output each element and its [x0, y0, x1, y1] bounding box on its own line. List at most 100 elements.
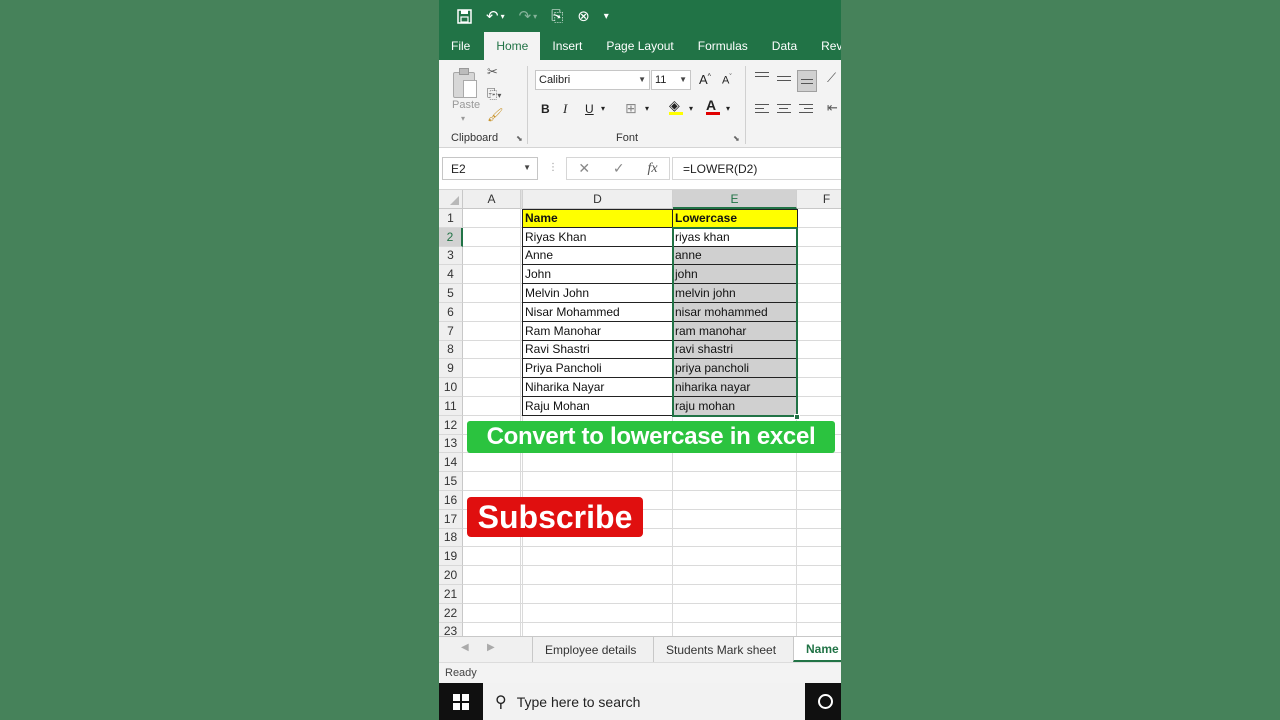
customize-icon[interactable]: ⊗	[577, 7, 590, 25]
column-header-a[interactable]: A	[463, 190, 521, 209]
cell-name[interactable]: John	[522, 265, 673, 285]
paste-caret-icon[interactable]: ▾	[461, 114, 465, 123]
cell-f[interactable]	[797, 491, 841, 510]
tab-formulas[interactable]: Formulas	[686, 32, 760, 60]
format-painter-icon[interactable]: 🖌	[487, 107, 504, 123]
touch-mode-icon[interactable]: ⎘	[551, 8, 563, 25]
cell-e[interactable]	[673, 472, 797, 491]
cell-lowercase[interactable]: ram manohar	[672, 321, 798, 341]
cell-lowercase[interactable]: anne	[672, 246, 798, 266]
cell-name[interactable]: Raju Mohan	[522, 397, 673, 416]
cell-d[interactable]	[523, 547, 673, 567]
borders-caret-icon[interactable]: ▾	[645, 104, 649, 113]
cell-a[interactable]	[463, 585, 521, 604]
cell-a[interactable]	[463, 547, 521, 567]
worksheet-grid[interactable]: A D E F 1 Name Lowercase 2 Riyas Khan riyas k…	[439, 190, 841, 636]
cell-f[interactable]	[798, 341, 841, 360]
align-left-icon[interactable]	[755, 104, 769, 116]
row-header[interactable]: 1	[439, 209, 463, 228]
cell-e[interactable]	[673, 528, 797, 548]
cell-lowercase[interactable]: riyas khan	[672, 227, 798, 247]
cell-a[interactable]	[463, 359, 521, 379]
cell-a[interactable]	[463, 566, 521, 585]
cell-d[interactable]	[523, 603, 673, 623]
cell-e[interactable]	[673, 622, 797, 636]
cell-name[interactable]: Anne	[522, 246, 673, 266]
redo-icon[interactable]: ↷ ▾	[519, 7, 538, 25]
row-header[interactable]: 20	[439, 566, 463, 585]
cell-a[interactable]	[463, 472, 521, 491]
cell-e[interactable]	[673, 491, 797, 510]
cell-f[interactable]	[798, 397, 841, 416]
row-header[interactable]: 9	[439, 359, 463, 379]
row-header[interactable]: 4	[439, 265, 463, 285]
cell-f[interactable]	[797, 510, 841, 529]
cell-name[interactable]: Priya Pancholi	[522, 359, 673, 379]
row-header[interactable]: 16	[439, 491, 463, 510]
insert-function-icon[interactable]: fx	[647, 161, 657, 177]
row-header[interactable]: 12	[439, 415, 463, 435]
tab-page-layout[interactable]: Page Layout	[594, 32, 685, 60]
cell-e[interactable]	[673, 547, 797, 567]
italic-button[interactable]: I	[563, 101, 567, 117]
cell-a[interactable]	[463, 378, 521, 397]
cell-e[interactable]	[673, 453, 797, 473]
cell-a[interactable]	[463, 340, 521, 360]
cell-f[interactable]	[798, 359, 841, 379]
row-header[interactable]: 8	[439, 340, 463, 360]
sheet-tab-students-mark-sheet[interactable]: Students Mark sheet	[653, 637, 788, 662]
column-header-d[interactable]: D	[523, 190, 673, 209]
cell-lowercase[interactable]: john	[672, 265, 798, 285]
column-header-f[interactable]: F	[797, 190, 841, 209]
grow-font-button[interactable]: A^	[699, 72, 711, 87]
row-header[interactable]: 19	[439, 547, 463, 567]
cell-name[interactable]: Name	[522, 209, 673, 228]
row-header[interactable]: 23	[439, 622, 463, 636]
row-header[interactable]: 13	[439, 434, 463, 454]
column-header-e[interactable]: E	[673, 190, 797, 209]
sheet-tab-employee-details[interactable]: Employee details	[532, 637, 648, 662]
cell-f[interactable]	[798, 322, 841, 341]
row-header[interactable]: 11	[439, 397, 463, 416]
windows-start-icon[interactable]	[453, 694, 469, 710]
tab-data[interactable]: Data	[760, 32, 809, 60]
cell-lowercase[interactable]: melvin john	[672, 284, 798, 303]
clipboard-launcher-icon[interactable]: ⬊	[516, 134, 523, 143]
cell-name[interactable]: Melvin John	[522, 284, 673, 303]
cell-f[interactable]	[797, 547, 841, 567]
cell-lowercase[interactable]: niharika nayar	[672, 378, 798, 397]
cell-name[interactable]: Riyas Khan	[522, 227, 673, 247]
cell-name[interactable]: Ram Manohar	[522, 321, 673, 341]
cell-f[interactable]	[798, 247, 841, 266]
row-header[interactable]: 5	[439, 284, 463, 303]
cell-f[interactable]	[798, 265, 841, 285]
cell-lowercase[interactable]: Lowercase	[672, 209, 798, 228]
cell-f[interactable]	[797, 604, 841, 623]
row-header[interactable]: 21	[439, 585, 463, 604]
tab-insert[interactable]: Insert	[540, 32, 594, 60]
cell-d[interactable]	[523, 566, 673, 585]
row-header[interactable]: 2	[439, 227, 463, 247]
undo-icon[interactable]: ↶ ▾	[486, 7, 505, 25]
cell-a[interactable]	[463, 321, 521, 341]
cell-e[interactable]	[673, 585, 797, 604]
customize-toolbar-caret-icon[interactable]: ▾	[604, 11, 609, 22]
cell-f[interactable]	[798, 209, 841, 228]
tab-home[interactable]: Home	[484, 32, 541, 60]
shrink-font-button[interactable]: Aˇ	[722, 74, 732, 87]
tab-review[interactable]: Revi	[809, 32, 841, 60]
cell-lowercase[interactable]: ravi shastri	[672, 340, 798, 360]
align-center-icon[interactable]	[777, 104, 791, 116]
row-header[interactable]: 3	[439, 246, 463, 266]
fill-color-icon[interactable]: ◈	[669, 98, 683, 115]
paste-icon[interactable]	[453, 68, 479, 100]
row-header[interactable]: 15	[439, 472, 463, 491]
cell-a[interactable]	[463, 265, 521, 285]
formula-bar-grip-icon[interactable]: ⋮	[548, 162, 558, 173]
name-box[interactable]: E2 ▼	[442, 157, 538, 180]
align-top-icon[interactable]	[755, 72, 769, 80]
cell-d[interactable]	[523, 453, 673, 473]
fill-color-caret-icon[interactable]: ▾	[689, 104, 693, 113]
cell-f[interactable]	[797, 623, 841, 636]
cancel-icon[interactable]: ✕	[578, 160, 590, 177]
